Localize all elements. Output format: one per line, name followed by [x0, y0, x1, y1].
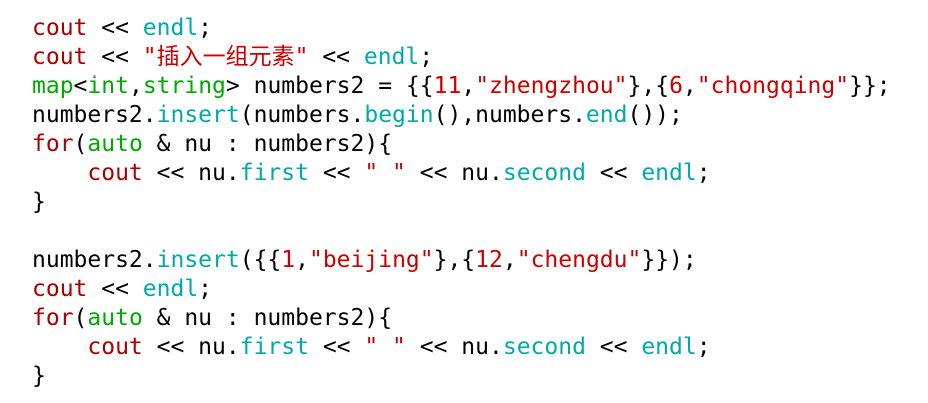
code-token-builtin: first — [239, 160, 309, 186]
code-token-plain: ()); — [627, 102, 683, 128]
code-token-plain: },{ — [433, 247, 476, 273]
code-token-string: "chongqing" — [696, 73, 850, 99]
code-token-keyword: cout — [32, 15, 88, 41]
code-token-plain: (),numbers. — [433, 102, 586, 128]
code-token-builtin: insert — [156, 102, 240, 128]
code-token-plain: }}); — [641, 247, 697, 273]
code-token-string: " " — [364, 160, 406, 186]
code-token-plain: & nu : numbers2){ — [142, 305, 393, 331]
code-token-string: 12 — [475, 247, 503, 273]
code-token-builtin: endl — [142, 276, 199, 302]
code-token-string: "zhengzhou" — [475, 73, 628, 99]
code-line: for(auto & nu : numbers2){ — [32, 130, 891, 159]
code-token-plain: << — [87, 15, 143, 41]
code-line: cout << endl; — [32, 14, 891, 43]
code-token-type: string — [142, 73, 226, 99]
code-token-plain: , — [128, 73, 143, 99]
code-token-plain: , — [295, 247, 309, 273]
code-token-string: "chengdu" — [516, 247, 642, 273]
code-token-plain: },{ — [627, 73, 670, 99]
code-token-builtin: insert — [156, 247, 240, 273]
code-token-plain: }}; — [849, 73, 891, 99]
code-line: cout << nu.first << " " << nu.second << … — [32, 333, 891, 362]
code-token-builtin: first — [239, 334, 309, 360]
code-line: } — [32, 188, 891, 217]
code-token-keyword: cout — [32, 276, 88, 302]
code-token-plain: << nu. — [405, 160, 503, 186]
code-token-string: " " — [364, 334, 406, 360]
code-line: cout << endl; — [32, 275, 891, 304]
code-line: numbers2.insert({{1,"beijing"},{12,"chen… — [32, 246, 891, 275]
code-token-string: "beijing" — [308, 247, 434, 273]
code-token-plain: << nu. — [405, 334, 503, 360]
code-token-builtin: endl — [641, 160, 697, 186]
code-token-keyword: cout — [87, 334, 143, 360]
code-token-plain: numbers2. — [32, 102, 157, 128]
code-token-string: "插入一组元素" — [142, 44, 309, 70]
code-token-plain: < — [73, 73, 88, 99]
code-token-plain: ; — [198, 15, 213, 41]
code-token-builtin: endl — [641, 334, 697, 360]
code-token-builtin: begin — [364, 102, 434, 128]
code-token-plain: ; — [696, 334, 711, 360]
code-token-string: 11 — [433, 73, 462, 99]
code-token-plain: ( — [73, 131, 88, 157]
code-token-builtin: second — [502, 334, 586, 360]
code-token-keyword: cout — [32, 44, 88, 70]
code-token-plain: , — [461, 73, 476, 99]
code-token-plain: ; — [419, 44, 434, 70]
code-token-type: auto — [87, 131, 143, 157]
code-token-builtin: second — [502, 160, 586, 186]
code-token-builtin: endl — [142, 15, 199, 41]
code-token-type: map — [32, 73, 74, 99]
code-token-string: 6 — [669, 73, 683, 99]
code-line: numbers2.insert(numbers.begin(),numbers.… — [32, 101, 891, 130]
code-token-keyword: cout — [87, 160, 143, 186]
code-token-plain: numbers2. — [32, 247, 157, 273]
code-token-builtin: endl — [363, 44, 420, 70]
code-token-plain: << — [585, 334, 642, 360]
code-token-plain: ( — [73, 305, 88, 331]
code-token-string: 1 — [281, 247, 296, 273]
code-line: for(auto & nu : numbers2){ — [32, 304, 891, 333]
code-line: cout << "插入一组元素" << endl; — [32, 43, 891, 72]
code-token-plain: , — [682, 73, 697, 99]
code-token-plain: << — [87, 44, 143, 70]
code-token-plain: ; — [198, 276, 213, 302]
code-token-plain: << — [308, 160, 365, 186]
code-token-plain: ; — [696, 160, 711, 186]
code-token-plain: (numbers. — [239, 102, 365, 128]
code-token-plain: } — [32, 363, 46, 389]
code-editor[interactable]: cout << endl; cout << "插入一组元素" << endl; ma… — [32, 14, 891, 391]
code-token-plain: > numbers2 = {{ — [225, 73, 434, 99]
code-token-plain: << — [308, 334, 365, 360]
code-token-plain: << — [87, 276, 143, 302]
code-token-plain: & nu : numbers2){ — [142, 131, 393, 157]
code-line: cout << nu.first << " " << nu.second << … — [32, 159, 891, 188]
code-line: } — [32, 362, 891, 391]
code-token-plain: << nu. — [142, 160, 240, 186]
code-token-keyword: for — [32, 305, 74, 331]
code-token-type: auto — [87, 305, 143, 331]
code-token-plain: << — [308, 44, 364, 70]
code-token-plain: ({{ — [239, 247, 282, 273]
code-token-plain: } — [32, 189, 46, 215]
code-token-builtin: end — [585, 102, 628, 128]
code-line: map<int,string> numbers2 = {{11,"zhengzh… — [32, 72, 891, 101]
code-token-plain: << nu. — [142, 334, 240, 360]
code-token-plain: << — [585, 160, 642, 186]
code-token-plain: , — [502, 247, 517, 273]
code-token-type: int — [87, 73, 129, 99]
code-token-keyword: for — [32, 131, 74, 157]
